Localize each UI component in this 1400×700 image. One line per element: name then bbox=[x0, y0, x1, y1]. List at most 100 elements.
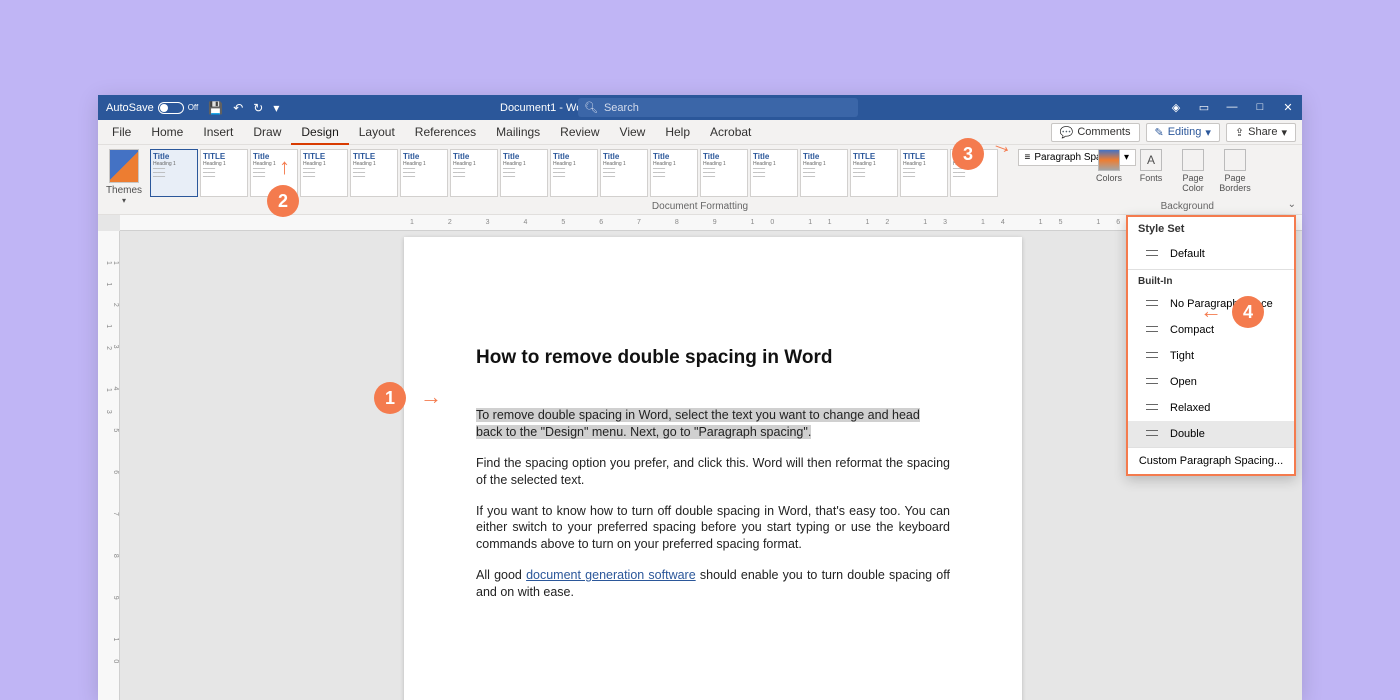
ribbon-tabs-row: FileHomeInsertDrawDesignLayoutReferences… bbox=[98, 120, 1302, 145]
toggle-knob bbox=[160, 104, 168, 112]
tab-acrobat[interactable]: Acrobat bbox=[700, 120, 761, 145]
page-borders-label: Page Borders bbox=[1219, 173, 1251, 193]
themes-label: Themes bbox=[104, 185, 144, 196]
chevron-down-icon: ▾ bbox=[104, 196, 144, 205]
style-thumb[interactable]: TITLEHeading 1━━━━━━━━━━━━━━━ bbox=[900, 149, 948, 197]
maximize-icon[interactable]: □ bbox=[1246, 101, 1274, 114]
window-snap-icon[interactable]: ▭ bbox=[1190, 101, 1218, 114]
highlighted-line-2: back to the "Design" menu. Next, go to "… bbox=[476, 425, 811, 439]
tab-layout[interactable]: Layout bbox=[349, 120, 405, 145]
ps-option-double[interactable]: Double bbox=[1128, 421, 1294, 447]
highlighted-line-1: To remove double spacing in Word, select… bbox=[476, 408, 920, 422]
tab-draw[interactable]: Draw bbox=[243, 120, 291, 145]
search-box[interactable]: 🔍︎ Search bbox=[578, 98, 858, 117]
callout-badge-1: 1 bbox=[374, 382, 406, 414]
tab-file[interactable]: File bbox=[102, 120, 141, 145]
title-bar: AutoSave Off 💾 ↶ ↻ ▾ Document1 - Word 🔍︎… bbox=[98, 95, 1302, 120]
page-color-button[interactable]: Page Color bbox=[1176, 149, 1210, 193]
undo-icon[interactable]: ↶ bbox=[233, 101, 243, 115]
style-thumb[interactable]: TitleHeading 1━━━━━━━━━━━━━━━ bbox=[650, 149, 698, 197]
ps-styleset-header: Style Set bbox=[1128, 217, 1294, 241]
tab-insert[interactable]: Insert bbox=[193, 120, 243, 145]
comments-button[interactable]: 💬Comments bbox=[1051, 123, 1140, 142]
doc-link[interactable]: document generation software bbox=[526, 568, 696, 582]
style-thumb[interactable]: TitleHeading 1━━━━━━━━━━━━━━━ bbox=[400, 149, 448, 197]
share-icon: ⇪ bbox=[1235, 126, 1244, 139]
save-icon[interactable]: 💾 bbox=[208, 101, 223, 115]
group-label: Document Formatting bbox=[652, 201, 748, 212]
style-thumb[interactable]: TitleHeading 1━━━━━━━━━━━━━━━ bbox=[600, 149, 648, 197]
paragraph-spacing-icon: ≡ bbox=[1025, 152, 1031, 163]
spacing-icon bbox=[1142, 297, 1158, 311]
doc-heading: How to remove double spacing in Word bbox=[476, 347, 950, 369]
callout-badge-4: 4 bbox=[1232, 296, 1264, 328]
share-button[interactable]: ⇪ Share ▾ bbox=[1226, 123, 1296, 142]
toggle-track[interactable] bbox=[158, 102, 184, 114]
page-borders-icon bbox=[1224, 149, 1246, 171]
style-thumb[interactable]: TITLEHeading 1━━━━━━━━━━━━━━━ bbox=[350, 149, 398, 197]
spacing-icon bbox=[1142, 349, 1158, 363]
ribbon-right-group: Colors AFonts Page Color Page Borders bbox=[1092, 149, 1252, 193]
tab-review[interactable]: Review bbox=[550, 120, 609, 145]
page-borders-button[interactable]: Page Borders bbox=[1218, 149, 1252, 193]
spacing-icon bbox=[1142, 247, 1158, 261]
comment-icon: 💬 bbox=[1060, 126, 1074, 139]
page-color-label: Page Color bbox=[1182, 173, 1204, 193]
callout-badge-2: 2 bbox=[267, 185, 299, 217]
horizontal-ruler[interactable]: 1 2 3 4 5 6 7 8 9 10 11 12 13 14 15 16 bbox=[120, 215, 1302, 231]
doc-para-3: If you want to know how to turn off doub… bbox=[476, 503, 950, 554]
tab-view[interactable]: View bbox=[610, 120, 656, 145]
editing-button[interactable]: ✎Editing▾ bbox=[1146, 123, 1220, 142]
ps-option-default[interactable]: Default bbox=[1128, 241, 1294, 267]
style-thumb[interactable]: TitleHeading 1━━━━━━━━━━━━━━━ bbox=[550, 149, 598, 197]
tab-references[interactable]: References bbox=[405, 120, 486, 145]
ps-option-relaxed[interactable]: Relaxed bbox=[1128, 395, 1294, 421]
arrow-left-icon: ← bbox=[1200, 298, 1222, 324]
themes-button[interactable]: Themes ▾ bbox=[104, 149, 144, 205]
style-thumb[interactable]: TitleHeading 1━━━━━━━━━━━━━━━ bbox=[750, 149, 798, 197]
ps-option-label: Compact bbox=[1170, 324, 1214, 336]
doc-para-1: To remove double spacing in Word, select… bbox=[476, 407, 950, 441]
style-thumb[interactable]: TitleHeading 1━━━━━━━━━━━━━━━ bbox=[700, 149, 748, 197]
spacing-icon bbox=[1142, 401, 1158, 415]
autosave-label: AutoSave bbox=[106, 102, 154, 114]
chevron-down-icon: ▾ bbox=[1205, 126, 1211, 139]
spacing-icon bbox=[1142, 375, 1158, 389]
document-page[interactable]: How to remove double spacing in Word To … bbox=[404, 237, 1022, 700]
page-color-icon bbox=[1182, 149, 1204, 171]
style-thumb[interactable]: TitleHeading 1━━━━━━━━━━━━━━━ bbox=[150, 149, 198, 197]
collapse-ribbon-icon[interactable]: ⌄ bbox=[1288, 199, 1296, 210]
tab-help[interactable]: Help bbox=[655, 120, 700, 145]
vertical-ruler[interactable]: 1 2 3 4 5 6 7 8 9 10 11 12 13 bbox=[98, 231, 120, 700]
style-thumb[interactable]: TITLEHeading 1━━━━━━━━━━━━━━━ bbox=[850, 149, 898, 197]
redo-icon[interactable]: ↻ bbox=[253, 101, 263, 115]
separator bbox=[1128, 269, 1294, 270]
style-thumb[interactable]: TitleHeading 1━━━━━━━━━━━━━━━ bbox=[800, 149, 848, 197]
ps-option-open[interactable]: Open bbox=[1128, 369, 1294, 395]
autosave-toggle[interactable]: AutoSave Off bbox=[106, 102, 198, 114]
style-thumb[interactable]: TitleHeading 1━━━━━━━━━━━━━━━ bbox=[500, 149, 548, 197]
colors-button[interactable]: Colors bbox=[1092, 149, 1126, 183]
share-label: Share bbox=[1248, 126, 1277, 138]
tab-design[interactable]: Design bbox=[291, 120, 348, 145]
fonts-button[interactable]: AFonts bbox=[1134, 149, 1168, 183]
window-controls: ◈ ▭ — □ ✕ bbox=[1162, 101, 1302, 114]
ps-default-label: Default bbox=[1170, 248, 1205, 260]
ribbon-display-icon[interactable]: ◈ bbox=[1162, 101, 1190, 114]
tab-mailings[interactable]: Mailings bbox=[486, 120, 550, 145]
style-thumb[interactable]: TITLEHeading 1━━━━━━━━━━━━━━━ bbox=[300, 149, 348, 197]
qat-more-icon[interactable]: ▾ bbox=[273, 101, 279, 115]
ps-custom-label: Custom Paragraph Spacing... bbox=[1139, 455, 1283, 467]
chevron-down-icon: ▾ bbox=[1281, 126, 1287, 139]
paragraph-spacing-menu: Style Set Default Built-In No Paragraph … bbox=[1126, 215, 1296, 476]
style-thumb[interactable]: TITLEHeading 1━━━━━━━━━━━━━━━ bbox=[200, 149, 248, 197]
comments-label: Comments bbox=[1077, 126, 1130, 138]
close-icon[interactable]: ✕ bbox=[1274, 101, 1302, 114]
tab-home[interactable]: Home bbox=[141, 120, 193, 145]
ps-custom-option[interactable]: Custom Paragraph Spacing... bbox=[1128, 447, 1294, 474]
style-thumb[interactable]: TitleHeading 1━━━━━━━━━━━━━━━ bbox=[450, 149, 498, 197]
arrow-right-icon: → bbox=[420, 384, 442, 410]
ps-option-tight[interactable]: Tight bbox=[1128, 343, 1294, 369]
minimize-icon[interactable]: — bbox=[1218, 101, 1246, 114]
ribbon-tabs: FileHomeInsertDrawDesignLayoutReferences… bbox=[102, 120, 761, 145]
